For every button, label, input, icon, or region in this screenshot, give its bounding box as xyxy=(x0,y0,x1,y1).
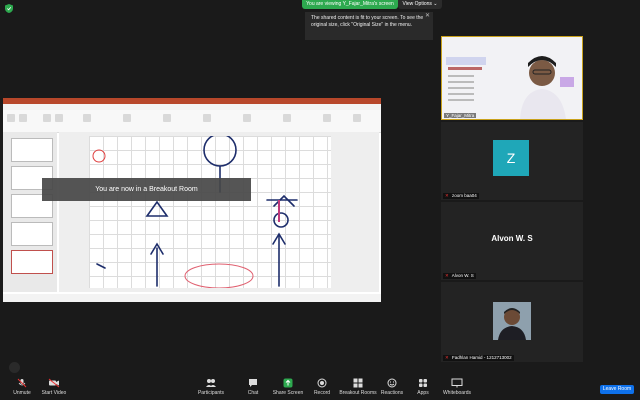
participant-name-label: ✕ Alvon W. S xyxy=(443,273,476,279)
start-video-label: Start Video xyxy=(41,390,67,396)
slide-canvas xyxy=(59,132,379,292)
participant-name: Fadhlan Hamid - 1212713002 xyxy=(452,355,512,360)
meeting-toolbar: Unmute Start Video Participants Chat Sha… xyxy=(0,376,640,400)
microphone-muted-icon: ✕ xyxy=(445,273,449,278)
avatar xyxy=(493,302,531,340)
participants-button[interactable]: Participants xyxy=(189,378,233,396)
captions-icon[interactable] xyxy=(9,362,20,373)
breakout-rooms-icon xyxy=(353,378,363,388)
view-options-label: View Options xyxy=(402,1,432,7)
unmute-label: Unmute xyxy=(13,390,31,396)
whiteboards-icon xyxy=(451,378,463,388)
view-options-button[interactable]: View Options ⌄ xyxy=(398,0,442,9)
close-icon[interactable]: ✕ xyxy=(425,13,430,20)
participant-tile[interactable]: Alvon W. S ✕ Alvon W. S xyxy=(441,202,583,280)
viewing-screen-indicator: You are viewing Y_Fajar_Mitra's screen xyxy=(302,0,398,9)
security-shield-icon[interactable] xyxy=(5,4,13,13)
participants-icon xyxy=(206,379,216,387)
powerpoint-ribbon xyxy=(3,110,381,133)
participant-name: zoom baa04 xyxy=(452,193,477,198)
reactions-icon xyxy=(387,378,397,388)
start-video-button[interactable]: Start Video xyxy=(32,378,76,396)
microphone-muted-icon: ✕ xyxy=(445,193,449,198)
participants-label: Participants xyxy=(197,390,225,396)
reactions-label: Reactions xyxy=(380,390,404,396)
avatar: Z xyxy=(493,140,529,176)
leave-room-button[interactable]: Leave Room xyxy=(600,385,634,394)
participant-name-label: ✕ zoom baa04 xyxy=(443,193,479,199)
breakout-room-banner: You are now in a Breakout Room xyxy=(42,178,251,201)
chat-icon xyxy=(249,379,257,387)
participant-name-label: Y_Fajar_Mitra xyxy=(444,113,477,118)
chevron-down-icon: ⌄ xyxy=(433,1,438,7)
fit-to-screen-notice: The shared content is fit to your screen… xyxy=(305,12,433,40)
video-off-icon xyxy=(48,378,60,388)
slide-thumbnail-selected xyxy=(11,250,53,274)
slide-thumbnail xyxy=(11,222,53,246)
microphone-muted-icon: ✕ xyxy=(445,355,449,360)
slide-thumbnails-panel xyxy=(3,132,57,292)
handwritten-diagram xyxy=(92,133,298,289)
slide-grid xyxy=(89,133,331,289)
apps-icon xyxy=(419,379,427,387)
slide-thumbnail xyxy=(11,138,53,162)
whiteboards-label: Whiteboards xyxy=(442,390,472,396)
record-icon xyxy=(317,378,327,388)
participant-name-label: ✕ Fadhlan Hamid - 1212713002 xyxy=(443,355,514,361)
chat-label: Chat xyxy=(247,390,259,396)
whiteboards-button[interactable]: Whiteboards xyxy=(435,378,479,396)
notice-text: The shared content is fit to your screen… xyxy=(311,15,424,28)
participant-tile[interactable]: ✕ Fadhlan Hamid - 1212713002 xyxy=(441,282,583,362)
share-screen-icon xyxy=(283,378,293,388)
participant-name: Alvon W. S xyxy=(451,273,474,278)
participant-tile[interactable]: Z ✕ zoom baa04 xyxy=(441,122,583,200)
apps-label: Apps xyxy=(417,390,429,396)
participant-name: Y_Fajar_Mitra xyxy=(446,113,475,118)
share-screen-label: Share Screen xyxy=(272,390,304,396)
microphone-muted-icon xyxy=(17,378,27,388)
participant-tile[interactable]: Y_Fajar_Mitra xyxy=(441,36,583,120)
powerpoint-status-bar xyxy=(3,294,381,302)
participant-video xyxy=(442,37,582,119)
participant-display-name: Alvon W. S xyxy=(491,234,533,243)
record-label: Record xyxy=(313,390,331,396)
